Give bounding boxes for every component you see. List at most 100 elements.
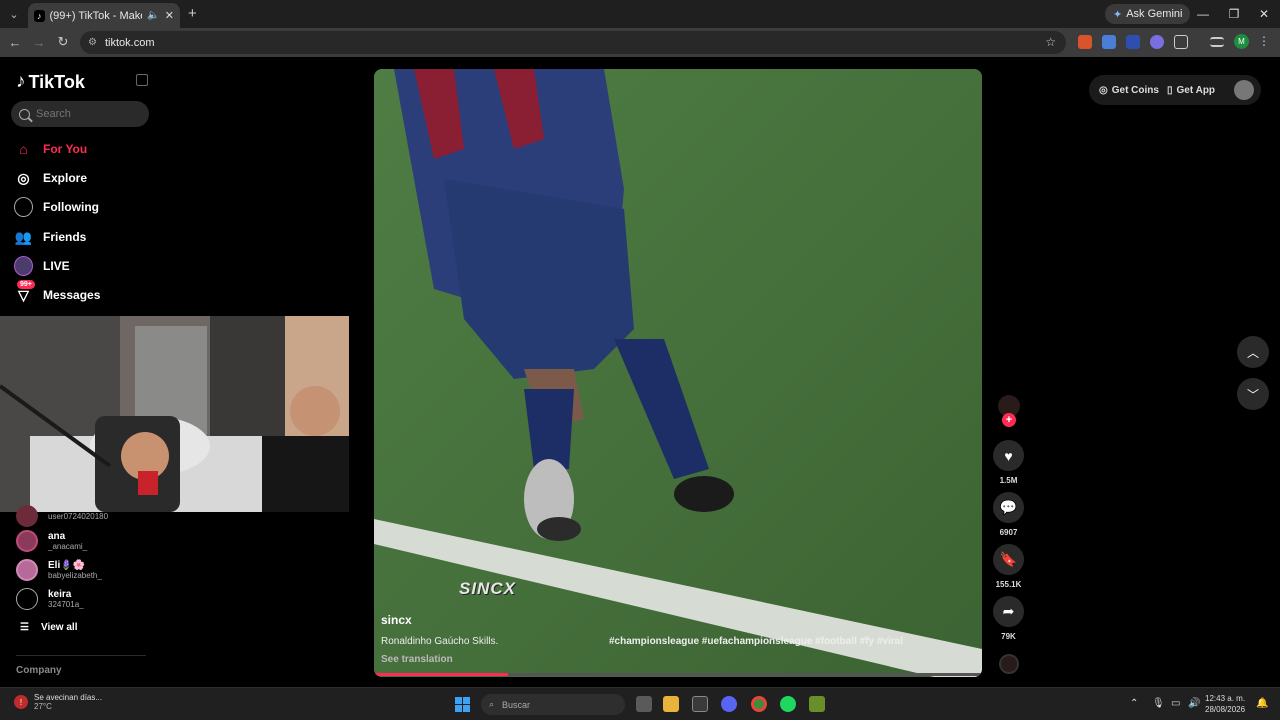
following-account[interactable]: Eli🪻🌸 babyelizabeth_ <box>16 558 156 582</box>
nav-for-you[interactable]: ⌂ For You <box>14 137 164 161</box>
site-info-icon[interactable]: ⚙ <box>88 37 97 48</box>
taskbar-clock[interactable]: 12:43 a. m. 28/08/2026 <box>1205 693 1245 715</box>
previous-video-button[interactable]: ︿ <box>1237 336 1269 368</box>
app-icon[interactable] <box>692 696 708 712</box>
reload-icon[interactable]: ↻ <box>54 33 72 51</box>
address-bar[interactable]: ⚙ tiktok.com ☆ <box>80 31 1066 54</box>
search-box[interactable] <box>11 101 149 127</box>
menu-kebab-icon[interactable]: ⋮ <box>1258 34 1270 48</box>
volume-icon[interactable]: 🔊 <box>1188 698 1200 709</box>
media-controls-icon[interactable] <box>1210 37 1224 47</box>
comment-button[interactable]: 💬 <box>993 492 1024 523</box>
clock-date: 28/08/2026 <box>1205 705 1246 714</box>
back-icon[interactable]: ← <box>6 33 24 51</box>
extension-icon[interactable] <box>1126 35 1140 49</box>
close-tab-icon[interactable]: ✕ <box>165 9 174 22</box>
tiktok-note-icon: ♪ <box>16 71 26 92</box>
new-tab-button[interactable]: + <box>188 5 197 22</box>
weather-widget[interactable]: ! Se avecinan días... 27°C <box>14 693 102 711</box>
translate-extension-icon[interactable] <box>1102 35 1116 49</box>
minimize-icon[interactable]: — <box>1188 0 1218 28</box>
tiktok-logo[interactable]: ♪ TikTok <box>16 71 85 93</box>
nav-label: Following <box>43 200 99 214</box>
music-disc-icon[interactable] <box>999 654 1019 674</box>
webcam-overlay <box>0 316 349 512</box>
following-account[interactable]: user0724020180 <box>16 504 156 528</box>
extension-icon[interactable] <box>1078 35 1092 49</box>
spotify-icon[interactable] <box>780 696 796 712</box>
video-hashtags[interactable]: #championsleague #uefachampionsleague #f… <box>609 636 903 647</box>
account-name: keira <box>48 589 72 600</box>
bookmark-star-icon[interactable]: ☆ <box>1045 35 1056 49</box>
chevron-up-icon: ︿ <box>1246 345 1259 360</box>
search-input[interactable] <box>36 108 136 120</box>
forward-icon[interactable]: → <box>30 33 48 51</box>
chevron-down-icon: ﹀ <box>1246 387 1259 402</box>
network-icon[interactable]: ▭ <box>1171 698 1180 709</box>
live-avatar-icon <box>14 256 33 276</box>
company-link[interactable]: Company <box>16 665 62 676</box>
following-avatar-icon <box>14 197 33 217</box>
see-translation-link[interactable]: See translation <box>381 654 453 665</box>
app-icon[interactable] <box>809 696 825 712</box>
video-author[interactable]: sincx <box>381 613 412 627</box>
webcam-image <box>0 316 349 512</box>
microphone-icon[interactable]: 🎙 <box>1152 698 1165 709</box>
comment-count: 6907 <box>999 528 1018 537</box>
like-count: 1.5M <box>999 476 1018 485</box>
windows-start-icon[interactable] <box>455 697 470 712</box>
user-avatar[interactable] <box>1234 80 1254 100</box>
get-coins-label: Get Coins <box>1111 84 1159 96</box>
video-progress-bar[interactable] <box>374 673 982 676</box>
speaker-icon[interactable]: 🔈 <box>147 10 159 21</box>
nav-live[interactable]: LIVE <box>14 254 164 278</box>
browser-toolbar: ← → ↻ ⚙ tiktok.com ☆ M ⋮ <box>0 28 1280 57</box>
following-account[interactable]: ana _anacami_ <box>16 529 156 553</box>
get-coins-button[interactable]: ◎ Get Coins <box>1099 77 1159 103</box>
following-account[interactable]: keira 324701a_ <box>16 587 156 611</box>
ask-gemini-button[interactable]: ✦ Ask Gemini <box>1105 4 1191 24</box>
account-username: babyelizabeth_ <box>48 571 102 580</box>
home-icon: ⌂ <box>19 141 28 157</box>
account-avatar <box>16 530 38 552</box>
nav-label: For You <box>43 142 88 156</box>
nav-label: Messages <box>43 288 101 302</box>
tray-chevron-up-icon[interactable]: ⌃ <box>1130 698 1138 709</box>
video-description: Ronaldinho Gaúcho Skills. <box>381 636 499 647</box>
next-video-button[interactable]: ﹀ <box>1237 378 1269 410</box>
follow-plus-icon[interactable]: + <box>1002 413 1016 427</box>
taskbar-search-placeholder: Buscar <box>502 699 531 710</box>
close-window-icon[interactable]: ✕ <box>1249 0 1279 28</box>
restore-icon[interactable]: ❐ <box>1219 0 1249 28</box>
browser-tab-tiktok[interactable]: ♪ (99+) TikTok - Make Your Day 🔈 ✕ <box>28 3 180 28</box>
nav-label: Friends <box>43 230 87 244</box>
tab-search-icon[interactable]: ⌄ <box>0 0 28 28</box>
clock-time: 12:43 a. m. <box>1205 694 1246 703</box>
task-view-icon[interactable] <box>636 696 652 712</box>
view-all-link[interactable]: ☰ View all <box>20 622 77 633</box>
get-app-button[interactable]: ▯ Get App <box>1167 77 1215 103</box>
collapse-sidebar-icon[interactable] <box>136 74 148 86</box>
chrome-icon[interactable] <box>751 696 767 712</box>
notifications-icon[interactable]: 🔔 <box>1256 698 1268 709</box>
url-text: tiktok.com <box>104 36 155 49</box>
discord-icon[interactable] <box>721 696 737 712</box>
nav-messages[interactable]: ▽ 99+ Messages <box>14 279 164 307</box>
puzzle-extensions-icon[interactable] <box>1174 35 1188 49</box>
nav-label: Explore <box>43 171 88 185</box>
video-player[interactable]: SINCX sincx Ronaldinho Gaúcho Skills. #c… <box>374 69 982 677</box>
nav-label: LIVE <box>43 259 70 273</box>
nav-explore[interactable]: ◎ Explore <box>14 166 164 190</box>
save-button[interactable]: 🔖 <box>993 544 1024 575</box>
video-watermark: SINCX <box>459 579 516 598</box>
account-username: user0724020180 <box>48 511 109 521</box>
list-icon: ☰ <box>20 622 29 633</box>
share-button[interactable]: ➦ <box>993 596 1024 627</box>
file-explorer-icon[interactable] <box>663 696 679 712</box>
nav-friends[interactable]: 👥 Friends <box>14 225 164 249</box>
taskbar-search[interactable]: ⌕ Buscar <box>481 694 625 715</box>
profile-avatar[interactable]: M <box>1234 34 1249 49</box>
like-button[interactable]: ♥ <box>993 440 1024 471</box>
nav-following[interactable]: Following <box>14 195 164 219</box>
extension-icon[interactable] <box>1150 35 1164 49</box>
